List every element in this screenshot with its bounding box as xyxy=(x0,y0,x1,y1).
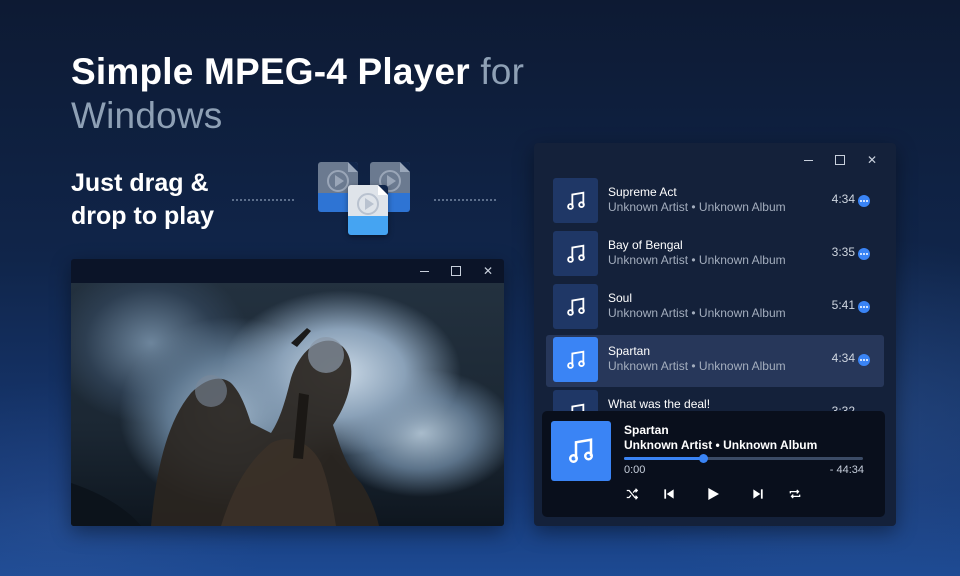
minimize-icon[interactable] xyxy=(792,148,824,172)
playback-controls xyxy=(624,483,804,505)
more-options-icon[interactable] xyxy=(858,301,870,313)
close-icon[interactable]: ✕ xyxy=(856,148,888,172)
now-playing-panel: Spartan Unknown Artist • Unknown Album 0… xyxy=(542,411,885,517)
headline-main: Simple MPEG-4 Player xyxy=(71,51,470,92)
track-subtitle: Unknown Artist • Unknown Album xyxy=(608,359,786,373)
headline-for: for xyxy=(480,51,525,92)
track-row[interactable]: Supreme Act Unknown Artist • Unknown Alb… xyxy=(546,176,884,228)
video-file-icon xyxy=(348,185,388,235)
track-row[interactable]: Soul Unknown Artist • Unknown Album 5:41 xyxy=(546,282,884,334)
soldier-scene-image xyxy=(71,328,379,526)
remaining-time: - 44:34 xyxy=(829,464,864,476)
music-note-icon xyxy=(553,231,598,276)
music-player-window: ✕ Supreme Act Unknown Artist • Unknown A… xyxy=(534,143,896,526)
seek-bar[interactable] xyxy=(624,454,863,463)
video-window-titlebar[interactable]: ✕ xyxy=(71,259,504,283)
maximize-icon[interactable] xyxy=(824,148,856,172)
more-options-icon[interactable] xyxy=(858,195,870,207)
track-subtitle: Unknown Artist • Unknown Album xyxy=(608,306,786,320)
music-note-icon xyxy=(551,421,611,481)
seek-progress xyxy=(624,457,703,460)
music-note-icon xyxy=(553,178,598,223)
previous-icon[interactable] xyxy=(661,483,677,505)
track-title: Soul xyxy=(608,291,633,305)
more-options-icon[interactable] xyxy=(858,354,870,366)
drop-files-illustration xyxy=(318,160,413,240)
track-title: Bay of Bengal xyxy=(608,238,683,252)
close-icon[interactable]: ✕ xyxy=(472,259,504,283)
track-title: What was the deal! xyxy=(608,397,711,411)
repeat-icon[interactable] xyxy=(787,483,803,505)
track-duration: 4:34 xyxy=(831,192,855,206)
more-options-icon[interactable] xyxy=(858,248,870,260)
dotted-connector-left xyxy=(232,199,294,201)
page-headline: Simple MPEG-4 Player for Windows xyxy=(71,50,524,138)
elapsed-time: 0:00 xyxy=(624,464,646,476)
video-player-window: ✕ xyxy=(71,259,504,526)
headline-windows: Windows xyxy=(71,95,223,136)
now-playing-title: Spartan xyxy=(624,423,669,437)
music-note-icon xyxy=(553,337,598,382)
track-subtitle: Unknown Artist • Unknown Album xyxy=(608,253,786,267)
maximize-icon[interactable] xyxy=(440,259,472,283)
play-icon[interactable] xyxy=(704,483,722,505)
track-list: Supreme Act Unknown Artist • Unknown Alb… xyxy=(546,176,884,441)
track-duration: 3:35 xyxy=(831,245,855,259)
now-playing-subtitle: Unknown Artist • Unknown Album xyxy=(624,438,818,452)
video-frame[interactable] xyxy=(71,283,504,526)
track-subtitle: Unknown Artist • Unknown Album xyxy=(608,200,786,214)
next-icon[interactable] xyxy=(750,483,766,505)
player-window-titlebar[interactable]: ✕ xyxy=(534,143,896,177)
track-title: Spartan xyxy=(608,344,651,358)
tagline-line1: Just drag & xyxy=(71,169,209,197)
seek-handle[interactable] xyxy=(698,454,708,463)
minimize-icon[interactable] xyxy=(408,259,440,283)
track-row[interactable]: Bay of Bengal Unknown Artist • Unknown A… xyxy=(546,229,884,281)
track-duration: 4:34 xyxy=(831,351,855,365)
track-title: Supreme Act xyxy=(608,185,677,199)
track-row-active[interactable]: Spartan Unknown Artist • Unknown Album 4… xyxy=(546,335,884,387)
track-duration: 5:41 xyxy=(831,298,855,312)
tagline-line2: drop to play xyxy=(71,202,215,230)
dotted-connector-right xyxy=(434,199,496,201)
shuffle-icon[interactable] xyxy=(624,483,640,505)
music-note-icon xyxy=(553,284,598,329)
